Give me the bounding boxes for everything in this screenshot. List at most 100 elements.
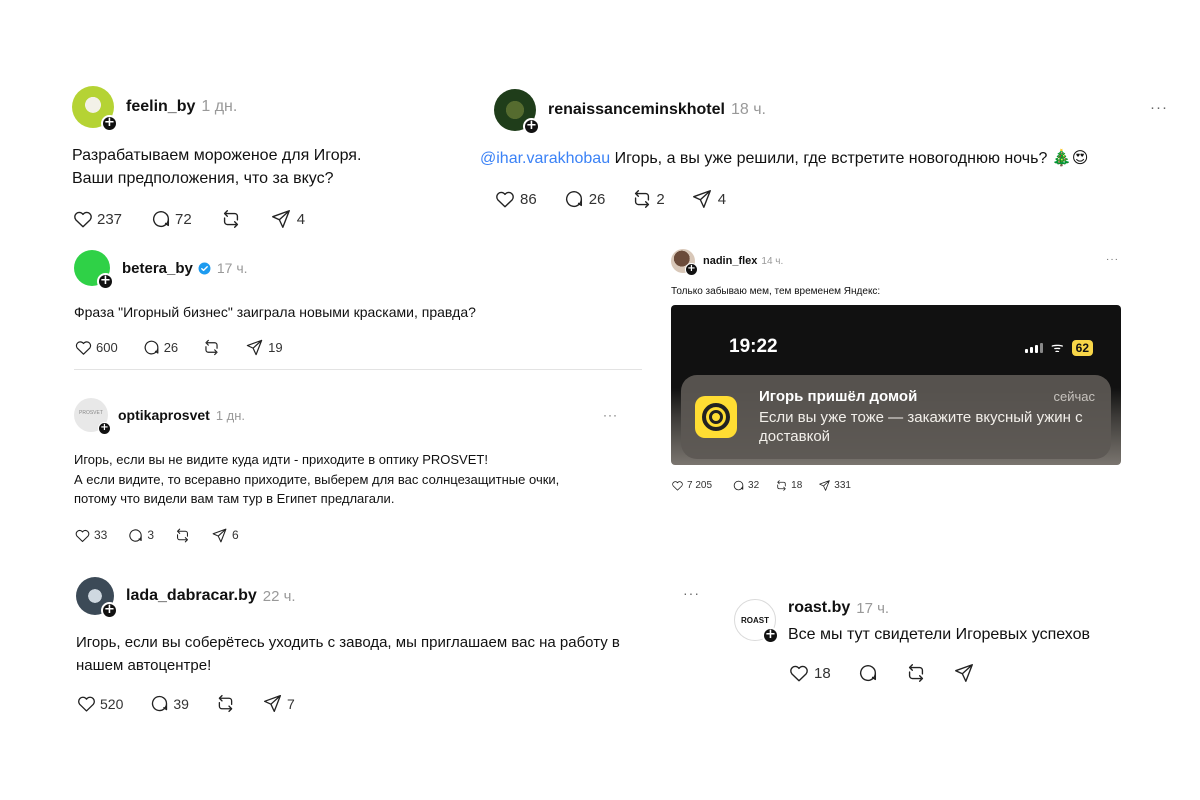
verified-badge-icon bbox=[198, 262, 211, 274]
repost-button[interactable] bbox=[202, 338, 221, 357]
like-button[interactable]: 237 bbox=[72, 208, 122, 230]
repost-count: 2 bbox=[656, 190, 665, 208]
comment-button[interactable]: 26 bbox=[142, 338, 178, 357]
avatar[interactable]: + bbox=[74, 250, 114, 290]
comment-button[interactable]: 3 bbox=[127, 527, 154, 544]
comment-button[interactable] bbox=[857, 662, 879, 684]
avatar-logo-text: ROAST bbox=[741, 615, 769, 625]
repost-icon bbox=[905, 662, 927, 684]
share-count: 19 bbox=[268, 340, 283, 355]
comment-icon bbox=[150, 208, 172, 230]
username[interactable]: betera_by bbox=[122, 260, 193, 277]
share-icon bbox=[245, 338, 264, 357]
repost-icon bbox=[174, 527, 191, 544]
follow-plus-icon[interactable]: + bbox=[685, 263, 698, 276]
more-options-button[interactable]: ··· bbox=[683, 585, 700, 601]
heart-icon bbox=[74, 527, 91, 544]
avatar[interactable]: + bbox=[76, 577, 118, 619]
notification-time: сейчас bbox=[1053, 389, 1096, 404]
repost-button[interactable]: 18 bbox=[775, 479, 802, 492]
post-time: 18 ч. bbox=[730, 101, 766, 118]
like-button[interactable]: 7 205 bbox=[671, 479, 712, 492]
repost-button[interactable] bbox=[174, 527, 191, 544]
username[interactable]: feelin_by bbox=[126, 98, 195, 116]
more-options-button[interactable]: ··· bbox=[603, 408, 618, 422]
repost-button[interactable] bbox=[215, 693, 236, 714]
share-button[interactable]: 331 bbox=[818, 479, 851, 492]
post-header: roast.by 17 ч. bbox=[788, 599, 1148, 617]
post-optikaprosvet: PROSVET + optikaprosvet 1 дн. ··· Игорь, … bbox=[74, 398, 618, 544]
post-time: 17 ч. bbox=[856, 599, 890, 617]
avatar[interactable]: + bbox=[671, 249, 698, 276]
username[interactable]: nadin_flex bbox=[703, 255, 757, 267]
comment-count: 26 bbox=[588, 190, 606, 208]
like-button[interactable]: 18 bbox=[788, 662, 831, 684]
post-image-screenshot[interactable]: 19:22 ᯤ 62 Игорь пришёл домой сейчас Есл… bbox=[671, 305, 1121, 465]
repost-button[interactable] bbox=[905, 662, 927, 684]
like-button[interactable]: 33 bbox=[74, 527, 107, 544]
post-renaissanceminskhotel: + renaissanceminskhotel 18 ч. ··· @ihar.… bbox=[480, 89, 1174, 210]
share-button[interactable]: 7 bbox=[262, 693, 295, 714]
avatar[interactable]: ROAST + bbox=[734, 599, 779, 644]
like-count: 18 bbox=[814, 664, 831, 682]
share-icon bbox=[270, 208, 292, 230]
like-count: 600 bbox=[96, 340, 118, 355]
signal-icon bbox=[1024, 342, 1043, 353]
comment-button[interactable]: 26 bbox=[563, 188, 606, 210]
repost-button[interactable] bbox=[220, 208, 242, 230]
avatar[interactable]: + bbox=[494, 89, 540, 135]
username[interactable]: lada_dabracar.by bbox=[126, 587, 257, 605]
post-time: 14 ч. bbox=[761, 255, 784, 267]
share-button[interactable]: 6 bbox=[211, 527, 239, 544]
post-actions: 33 3 6 bbox=[74, 527, 618, 544]
repost-icon bbox=[220, 208, 242, 230]
like-button[interactable]: 520 bbox=[76, 693, 123, 714]
comment-button[interactable]: 32 bbox=[732, 479, 759, 492]
post-text-content: Игорь, а вы уже решили, где встретите но… bbox=[614, 150, 1089, 167]
follow-plus-icon[interactable]: + bbox=[101, 115, 118, 132]
username[interactable]: roast.by bbox=[788, 599, 850, 617]
heart-icon bbox=[788, 662, 810, 684]
follow-plus-icon[interactable]: + bbox=[101, 602, 118, 619]
post-roast-by: ROAST + roast.by 17 ч. Все мы тут свидете… bbox=[734, 599, 1154, 641]
like-button[interactable]: 86 bbox=[494, 188, 537, 210]
comment-button[interactable]: 39 bbox=[149, 693, 189, 714]
avatar[interactable]: PROSVET + bbox=[74, 398, 111, 435]
heart-icon bbox=[76, 693, 97, 714]
username[interactable]: optikaprosvet bbox=[118, 407, 210, 423]
heart-icon bbox=[671, 479, 684, 492]
follow-plus-icon[interactable]: + bbox=[762, 627, 779, 644]
post-text-line: потому что видели вам там тур в Египет п… bbox=[74, 491, 395, 506]
phone-clock: 19:22 bbox=[729, 336, 778, 357]
repost-icon bbox=[202, 338, 221, 357]
notification-title: Игорь пришёл домой bbox=[759, 388, 918, 405]
share-button[interactable]: 19 bbox=[245, 338, 283, 357]
follow-plus-icon[interactable]: + bbox=[98, 422, 111, 435]
comment-count: 39 bbox=[173, 695, 189, 712]
mention-link[interactable]: @ihar.varakhobau bbox=[480, 150, 610, 167]
share-button[interactable]: 4 bbox=[270, 208, 305, 230]
post-time: 22 ч. bbox=[262, 587, 296, 605]
post-time: 1 дн. bbox=[215, 407, 246, 423]
post-text: Игорь, если вы не видите куда идти - при… bbox=[74, 450, 618, 509]
like-button[interactable]: 600 bbox=[74, 338, 118, 357]
share-button[interactable] bbox=[953, 662, 975, 684]
share-count: 331 bbox=[834, 480, 851, 491]
more-options-button[interactable]: ··· bbox=[1106, 254, 1119, 265]
follow-plus-icon[interactable]: + bbox=[523, 118, 540, 135]
username[interactable]: renaissanceminskhotel bbox=[548, 101, 725, 119]
avatar[interactable]: + bbox=[72, 86, 118, 132]
more-options-button[interactable]: ··· bbox=[1150, 99, 1168, 116]
post-nadin-flex: + nadin_flex 14 ч. ··· Только забываю ме… bbox=[671, 249, 1123, 492]
heart-icon bbox=[494, 188, 516, 210]
like-count: 33 bbox=[94, 528, 108, 542]
comment-icon bbox=[732, 479, 745, 492]
post-actions: 520 39 7 bbox=[76, 693, 696, 714]
avatar-logo-text: PROSVET bbox=[79, 410, 103, 416]
follow-plus-icon[interactable]: + bbox=[97, 273, 114, 290]
share-button[interactable]: 4 bbox=[691, 188, 726, 210]
comment-button[interactable]: 72 bbox=[150, 208, 192, 230]
repost-button[interactable]: 2 bbox=[631, 188, 665, 210]
post-betera-by: + betera_by 17 ч. Фраза "Игорный бизнес"… bbox=[74, 250, 642, 370]
post-text: @ihar.varakhobau Игорь, а вы уже решили,… bbox=[480, 147, 1174, 170]
